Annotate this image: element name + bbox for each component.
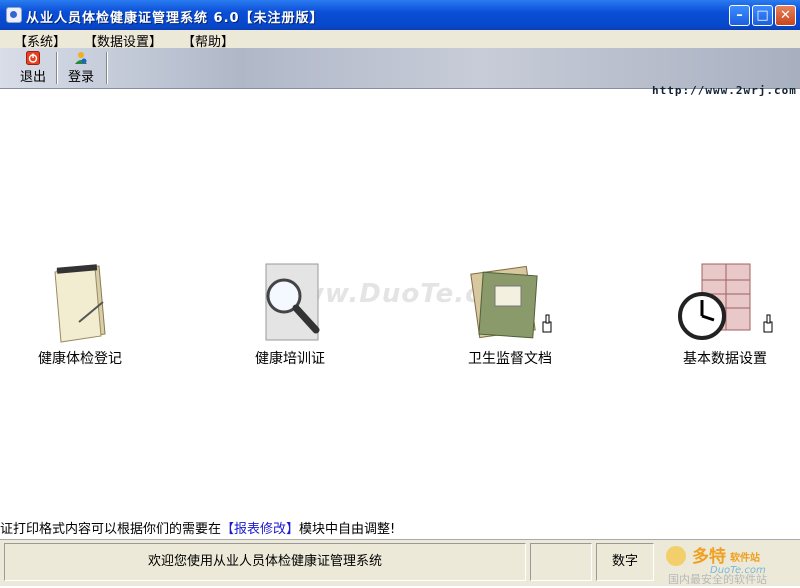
clock-table-icon <box>678 263 773 340</box>
tip-highlight: 【报表修改】 <box>221 522 300 537</box>
svg-text:软件站: 软件站 <box>730 551 760 564</box>
user-login-icon <box>75 52 87 64</box>
status-bar: 欢迎您使用从业人员体检健康证管理系统 数字 多特 软件站 DuoTe.com 国… <box>0 539 800 586</box>
duote-logo: 多特 软件站 DuoTe.com 国内最安全的软件站 <box>658 540 798 586</box>
magnifier-icon <box>265 263 320 341</box>
module-label: 健康培训证 <box>255 351 325 367</box>
svg-text:多特: 多特 <box>692 546 726 567</box>
toolbar-separator <box>56 52 58 84</box>
module-label: 基本数据设置 <box>683 351 767 367</box>
status-welcome-panel: 欢迎您使用从业人员体检健康证管理系统 <box>4 543 526 581</box>
status-numlock-panel: 数字 <box>596 543 654 581</box>
hand-pointer-icon <box>763 314 773 333</box>
module-health-supervision-documents[interactable]: 卫生监督文档 <box>455 262 565 368</box>
power-icon <box>26 51 40 65</box>
window-title: 从业人员体检健康证管理系统 6.0【未注册版】 <box>26 11 324 26</box>
tip-prefix: 证打印格式内容可以根据你们的需要在 <box>0 522 222 537</box>
close-button[interactable]: ✕ <box>775 5 796 26</box>
svg-text:国内最安全的软件站: 国内最安全的软件站 <box>668 572 767 584</box>
module-health-exam-registration[interactable]: 健康体检登记 <box>30 262 130 368</box>
module-basic-data-settings[interactable]: 基本数据设置 <box>670 262 780 368</box>
app-icon[interactable] <box>6 7 22 23</box>
title-bar[interactable]: 从业人员体检健康证管理系统 6.0【未注册版】 – □ ✕ <box>0 0 800 30</box>
menu-bar: 【系统】 【数据设置】 【帮助】 <box>0 30 800 50</box>
duote-logo-graphic: 多特 软件站 DuoTe.com 国内最安全的软件站 <box>666 546 767 586</box>
notepad-icon <box>54 264 106 343</box>
exit-label: 退出 <box>19 70 46 85</box>
module-label: 卫生监督文档 <box>468 351 552 367</box>
minimize-button[interactable]: – <box>729 5 750 26</box>
tip-message: 证打印格式内容可以根据你们的需要在【报表修改】模块中自由调整! <box>0 518 395 537</box>
tip-suffix: 模块中自由调整! <box>299 522 396 537</box>
hand-pointer-icon <box>542 314 552 333</box>
documents-icon <box>470 265 552 339</box>
website-url: http://www.2wrj.com <box>652 84 797 97</box>
login-label: 登录 <box>67 70 94 85</box>
toolbar-separator <box>106 52 108 84</box>
maximize-button[interactable]: □ <box>752 5 773 26</box>
module-health-training-certificate[interactable]: 健康培训证 <box>240 262 340 368</box>
exit-button[interactable]: 退出 <box>16 51 50 85</box>
login-button[interactable]: 登录 <box>64 51 98 85</box>
toolbar: 退出 登录 <box>0 48 800 89</box>
module-label: 健康体检登记 <box>38 351 122 367</box>
status-empty-panel <box>530 543 592 581</box>
